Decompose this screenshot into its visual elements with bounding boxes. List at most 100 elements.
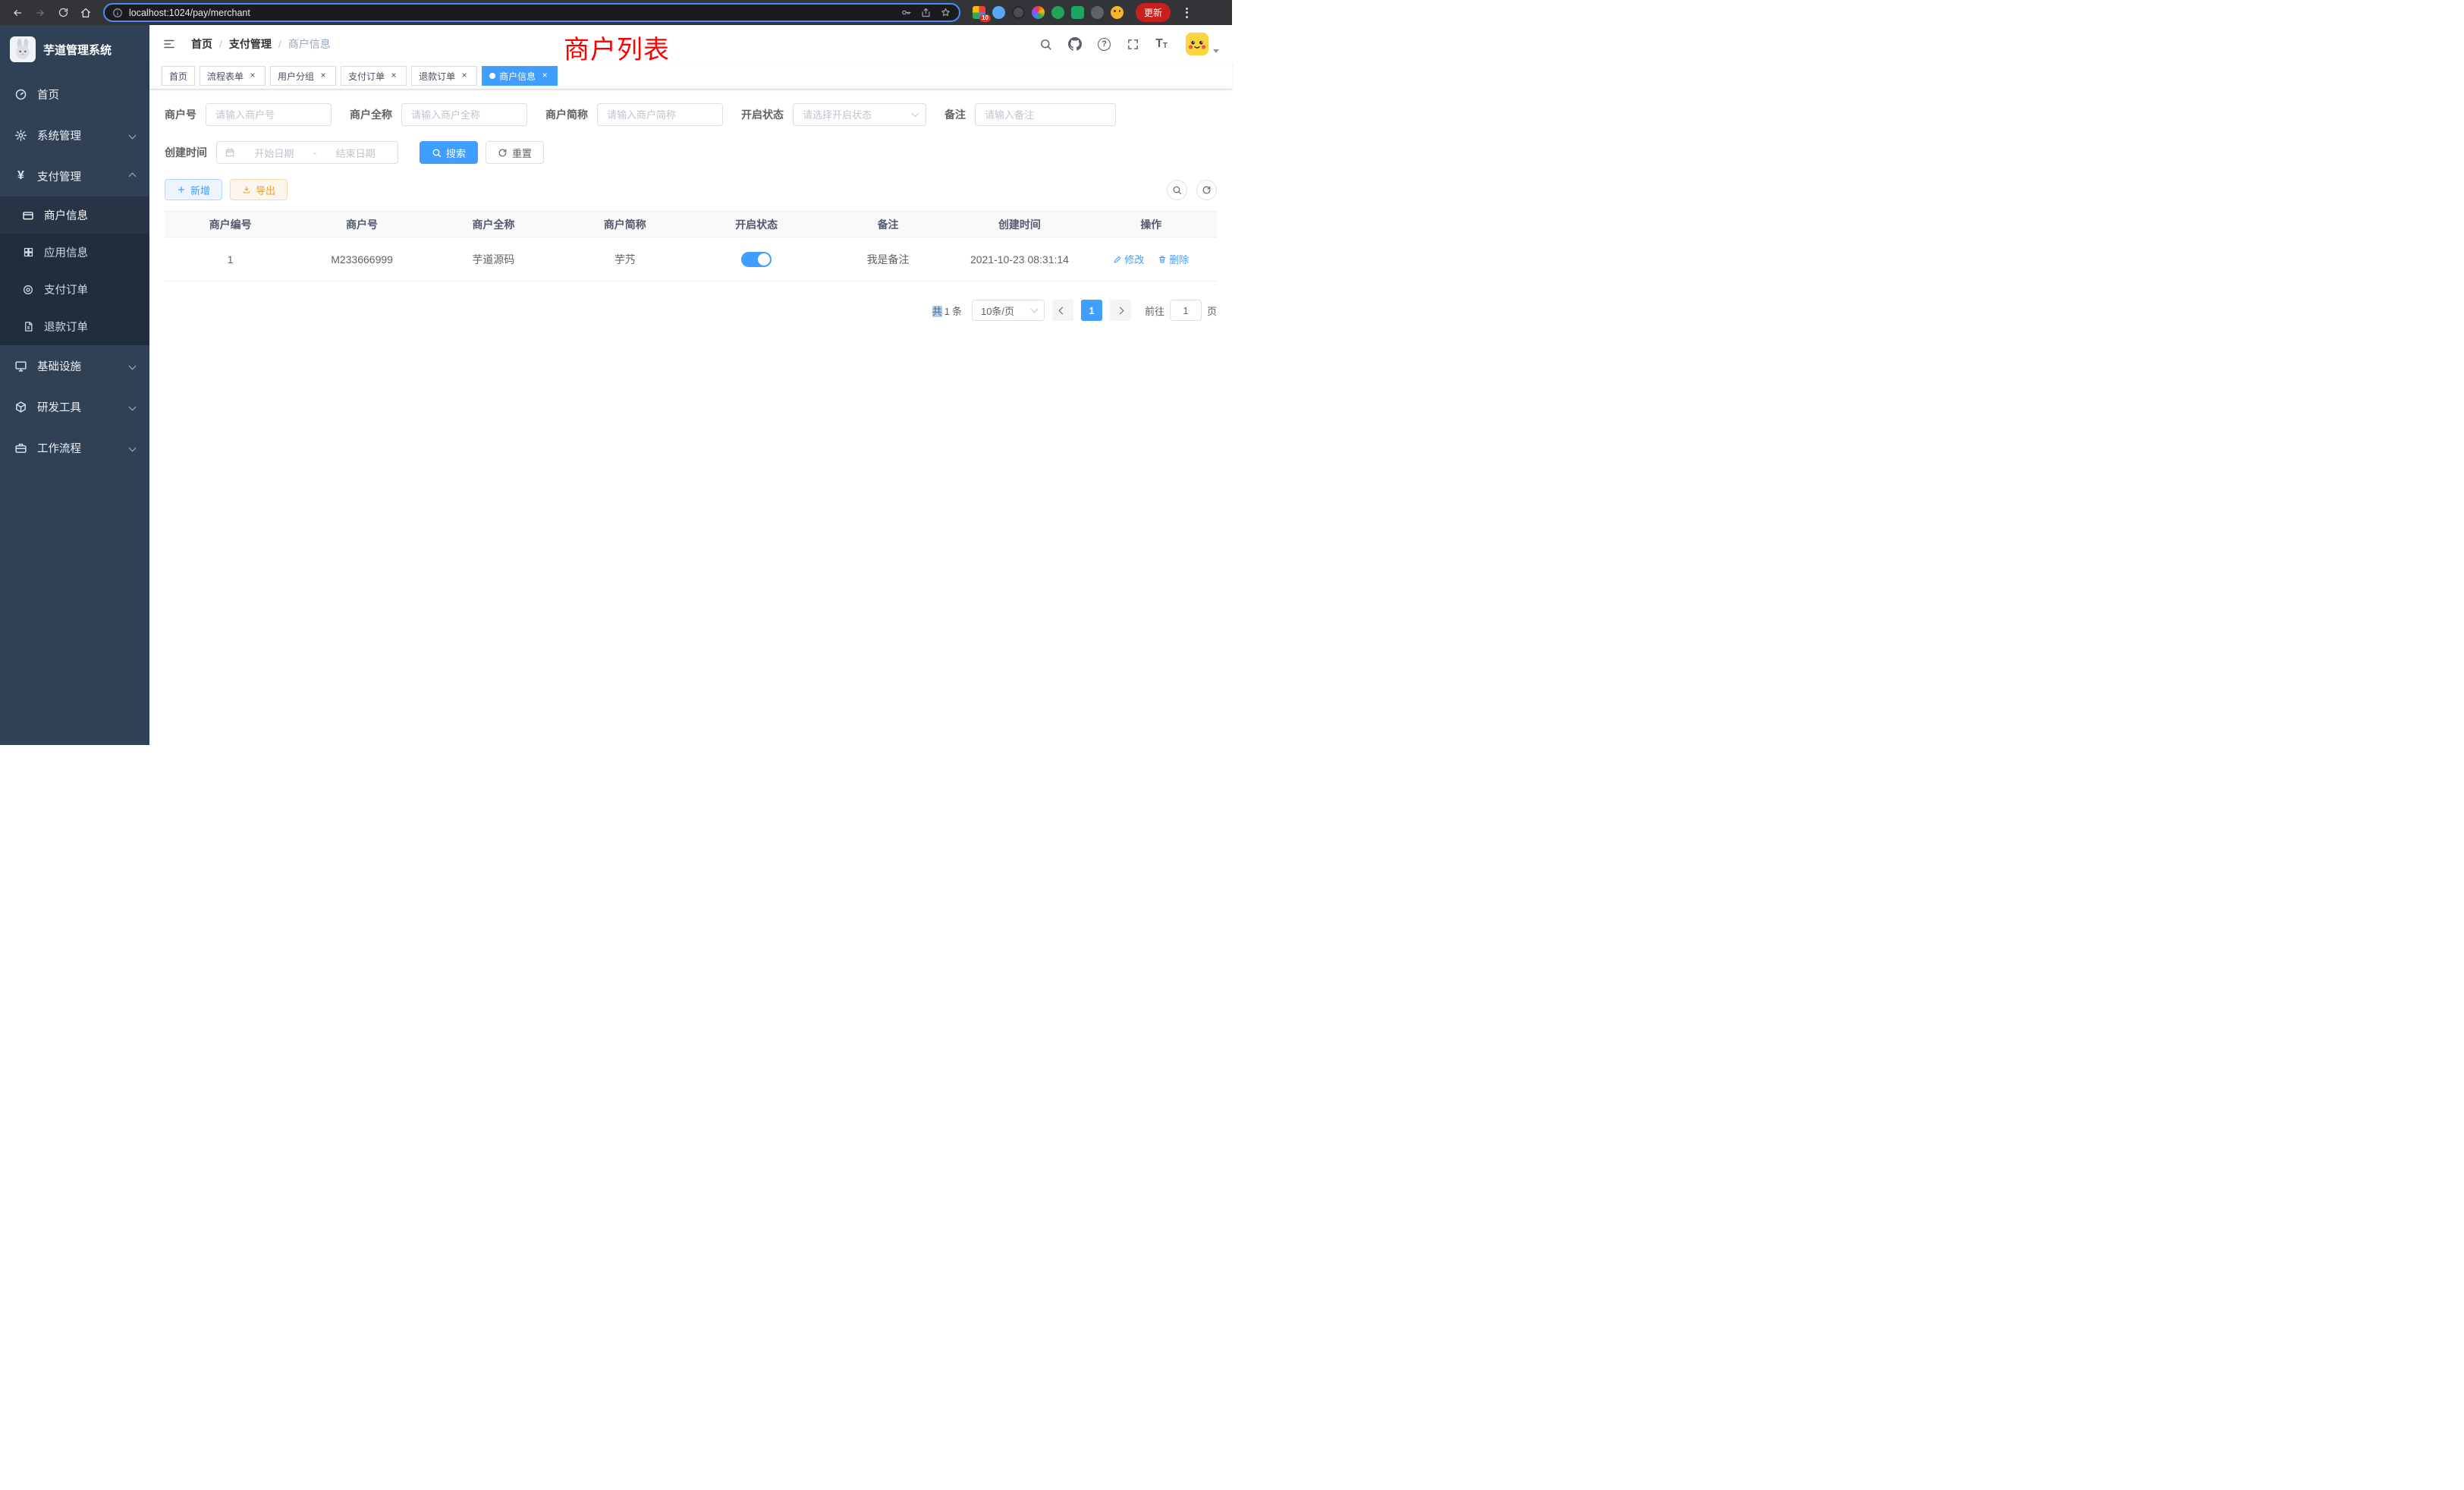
pencil-icon <box>1113 255 1122 264</box>
close-icon[interactable]: × <box>388 71 399 81</box>
forward-button[interactable] <box>30 3 50 23</box>
sidebar-item-label: 支付管理 <box>37 168 81 184</box>
chrome-update-button[interactable]: 更新 <box>1136 3 1171 22</box>
cell-full-name: 芋道源码 <box>428 237 559 281</box>
sidebar-item-pay-order[interactable]: 支付订单 <box>0 271 149 308</box>
total-prefix: 共 <box>932 306 942 317</box>
chevron-down-icon[interactable] <box>1213 49 1219 53</box>
breadcrumb-home[interactable]: 首页 <box>191 36 212 52</box>
status-toggle[interactable] <box>741 252 772 267</box>
search-button[interactable] <box>1039 38 1052 51</box>
goto-page-input[interactable] <box>1170 300 1202 321</box>
short-name-input[interactable] <box>597 103 723 126</box>
tab-refund-order[interactable]: 退款订单 × <box>411 66 477 86</box>
date-start-placeholder[interactable]: 开始日期 <box>240 146 309 160</box>
sidebar-fold-button[interactable] <box>162 37 176 51</box>
kebab-menu-icon[interactable] <box>1180 8 1193 18</box>
extension-icon-1[interactable]: 10 <box>973 6 985 19</box>
cell-actions: 修改 删除 <box>1086 237 1217 281</box>
address-bar[interactable]: localhost:1024/pay/merchant <box>103 3 960 22</box>
delete-button[interactable]: 删除 <box>1158 252 1189 266</box>
extension-icon-6[interactable] <box>1071 6 1084 19</box>
fullscreen-icon <box>1127 38 1139 51</box>
sidebar-item-label: 支付订单 <box>44 281 88 297</box>
add-button[interactable]: 新增 <box>165 179 222 200</box>
browser-extensions: 10 <box>973 6 1124 19</box>
tab-user-group[interactable]: 用户分组 × <box>270 66 336 86</box>
github-icon <box>1068 37 1082 51</box>
avatar[interactable] <box>1185 32 1209 56</box>
sidebar-item-system[interactable]: 系统管理 <box>0 115 149 156</box>
font-size-button[interactable]: TT <box>1155 38 1168 50</box>
sidebar-logo[interactable]: 芋道管理系统 <box>0 25 149 74</box>
user-menu[interactable] <box>1185 32 1219 56</box>
extension-icon-3[interactable] <box>1012 6 1025 19</box>
help-button[interactable]: ? <box>1098 38 1111 51</box>
close-icon[interactable]: × <box>539 71 550 81</box>
extension-icon-5[interactable] <box>1051 6 1064 19</box>
full-name-input[interactable] <box>401 103 527 126</box>
bookmark-star-icon[interactable] <box>940 7 951 18</box>
back-button[interactable] <box>8 3 27 23</box>
url-text[interactable]: localhost:1024/pay/merchant <box>129 8 894 18</box>
tab-merchant-info[interactable]: 商户信息 × <box>482 66 558 86</box>
close-icon[interactable]: × <box>247 71 258 81</box>
home-button[interactable] <box>76 3 96 23</box>
sidebar-item-infrastructure[interactable]: 基础设施 <box>0 345 149 386</box>
filter-row-1: 商户号 商户全称 商户简称 开启状态 <box>165 103 1217 126</box>
tab-process-form[interactable]: 流程表单 × <box>200 66 266 86</box>
date-end-placeholder[interactable]: 结束日期 <box>321 146 390 160</box>
toggle-knob <box>758 253 770 266</box>
sidebar-item-app-info[interactable]: 应用信息 <box>0 234 149 271</box>
show-search-toggle-button[interactable] <box>1167 180 1187 200</box>
status-select-input[interactable] <box>793 103 926 126</box>
next-page-button[interactable] <box>1110 300 1131 321</box>
cell-status <box>691 237 822 281</box>
page-size-select[interactable]: 10条/页 <box>972 300 1045 321</box>
extension-icon-2[interactable] <box>992 6 1005 19</box>
page-1-button[interactable]: 1 <box>1081 300 1102 321</box>
forward-icon <box>34 7 46 19</box>
col-status: 开启状态 <box>691 212 822 237</box>
home-icon <box>80 7 92 19</box>
refresh-table-button[interactable] <box>1196 180 1217 200</box>
date-separator: - <box>313 147 316 159</box>
refresh-icon <box>498 148 508 158</box>
active-dot-icon <box>489 73 495 79</box>
sidebar-item-home[interactable]: 首页 <box>0 74 149 115</box>
github-button[interactable] <box>1068 37 1082 51</box>
sidebar-item-label: 应用信息 <box>44 244 88 260</box>
close-icon[interactable]: × <box>459 71 470 81</box>
close-icon[interactable]: × <box>318 71 328 81</box>
reset-button[interactable]: 重置 <box>486 141 544 164</box>
cell-create-time: 2021-10-23 08:31:14 <box>954 237 1085 281</box>
sidebar-item-refund-order[interactable]: 退款订单 <box>0 308 149 345</box>
extension-icon-8[interactable] <box>1111 6 1124 19</box>
sidebar-item-workflow[interactable]: 工作流程 <box>0 427 149 468</box>
prev-page-button[interactable] <box>1052 300 1073 321</box>
share-icon[interactable] <box>920 7 932 18</box>
status-select[interactable] <box>793 103 926 126</box>
tab-home[interactable]: 首页 <box>162 66 195 86</box>
key-icon[interactable] <box>900 7 912 18</box>
tab-pay-order[interactable]: 支付订单 × <box>341 66 407 86</box>
breadcrumb-payment[interactable]: 支付管理 <box>229 36 272 52</box>
extension-icon-4[interactable] <box>1032 6 1045 19</box>
extension-icon-7[interactable] <box>1091 6 1104 19</box>
col-merchant-no: 商户号 <box>296 212 427 237</box>
sidebar-item-merchant-info[interactable]: 商户信息 <box>0 196 149 234</box>
page-size-value: 10条/页 <box>981 303 1014 318</box>
fullscreen-button[interactable] <box>1127 38 1139 51</box>
reload-button[interactable] <box>53 3 73 23</box>
edit-button[interactable]: 修改 <box>1113 252 1144 266</box>
info-icon[interactable] <box>112 8 123 18</box>
export-button[interactable]: 导出 <box>230 179 288 200</box>
date-range-picker[interactable]: 开始日期 - 结束日期 <box>216 141 398 164</box>
search-submit-button[interactable]: 搜索 <box>420 141 478 164</box>
remark-input[interactable] <box>975 103 1116 126</box>
chevron-left-icon <box>1059 306 1067 314</box>
chevron-down-icon <box>129 131 137 139</box>
merchant-no-input[interactable] <box>206 103 332 126</box>
sidebar-item-dev-tools[interactable]: 研发工具 <box>0 386 149 427</box>
sidebar-item-payment[interactable]: ¥ 支付管理 <box>0 156 149 196</box>
